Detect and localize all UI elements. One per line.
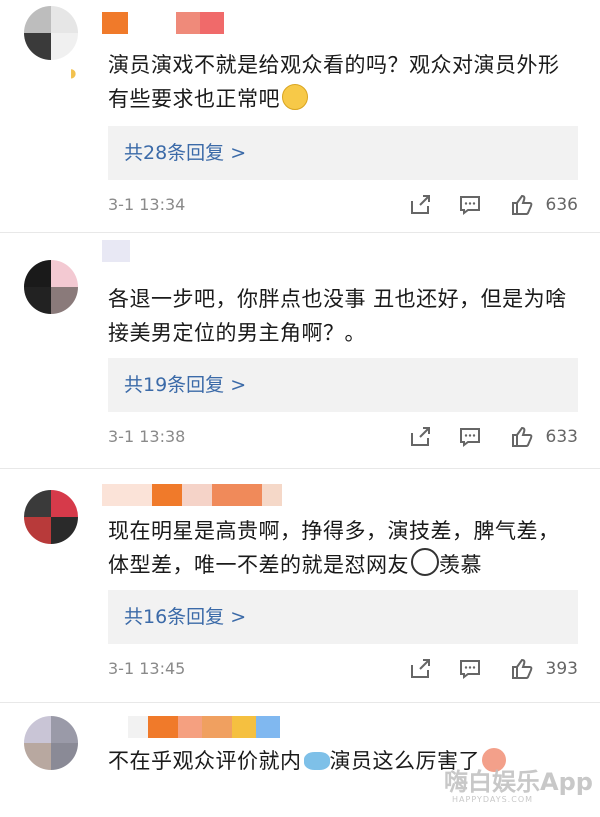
divider xyxy=(0,232,600,233)
like-icon[interactable] xyxy=(510,193,534,217)
avatar[interactable] xyxy=(24,260,78,314)
comment-text: 各退一步吧，你胖点也没事 丑也还好，但是为啥接美男定位的男主角啊？。 xyxy=(108,287,567,345)
panda-emoji-icon xyxy=(411,548,439,576)
comment-meta: 3-1 13:38 633 xyxy=(108,422,578,452)
comment-icon[interactable] xyxy=(458,657,482,681)
like-icon[interactable] xyxy=(510,425,534,449)
avatar[interactable] xyxy=(24,716,78,770)
username-blurred[interactable] xyxy=(102,12,224,34)
like-count: 636 xyxy=(545,195,578,215)
like-count: 633 xyxy=(545,427,578,447)
replies-link[interactable]: 共28条回复 > xyxy=(108,126,578,180)
username-blurred[interactable] xyxy=(102,484,282,506)
comment-1: ◗ 演员演戏不就是给观众看的吗？观众对演员外形有些要求也正常吧 共28条回复 >… xyxy=(0,0,600,236)
comment-text: 现在明星是高贵啊，挣得多，演技差，脾气差，体型差，唯一不差的就是怼网友 羡慕 xyxy=(108,519,560,577)
username-blurred[interactable] xyxy=(102,240,130,262)
timestamp: 3-1 13:45 xyxy=(108,659,186,678)
replies-link[interactable]: 共16条回复 > xyxy=(108,590,578,644)
vip-badge-icon: ◗ xyxy=(70,66,77,80)
comment-meta: 3-1 13:34 636 xyxy=(108,190,578,220)
watermark-text: 嗨白娱乐App xyxy=(444,768,593,796)
divider xyxy=(0,702,600,703)
crying-laughing-emoji-icon xyxy=(282,84,308,110)
comment-meta: 3-1 13:45 393 xyxy=(108,654,578,684)
timestamp: 3-1 13:38 xyxy=(108,427,186,446)
watermark-subtext: HAPPYDAYS.COM xyxy=(452,795,534,804)
avatar[interactable] xyxy=(24,490,78,544)
comment-icon[interactable] xyxy=(458,425,482,449)
share-icon[interactable] xyxy=(408,657,432,681)
comment-3: 现在明星是高贵啊，挣得多，演技差，脾气差，体型差，唯一不差的就是怼网友 羡慕 共1… xyxy=(0,470,600,702)
like-count: 393 xyxy=(545,659,578,679)
comment-icon[interactable] xyxy=(458,193,482,217)
like-icon[interactable] xyxy=(510,657,534,681)
comment-2: 各退一步吧，你胖点也没事 丑也还好，但是为啥接美男定位的男主角啊？。 共19条回… xyxy=(0,236,600,468)
comment-text: 演员演戏不就是给观众看的吗？观众对演员外形有些要求也正常吧 xyxy=(108,53,560,111)
share-icon[interactable] xyxy=(408,193,432,217)
username-blurred[interactable] xyxy=(128,716,280,738)
timestamp: 3-1 13:34 xyxy=(108,195,186,214)
share-icon[interactable] xyxy=(408,425,432,449)
divider xyxy=(0,468,600,469)
fish-emoji-icon xyxy=(303,752,330,770)
replies-link[interactable]: 共19条回复 > xyxy=(108,358,578,412)
avatar[interactable] xyxy=(24,6,78,60)
